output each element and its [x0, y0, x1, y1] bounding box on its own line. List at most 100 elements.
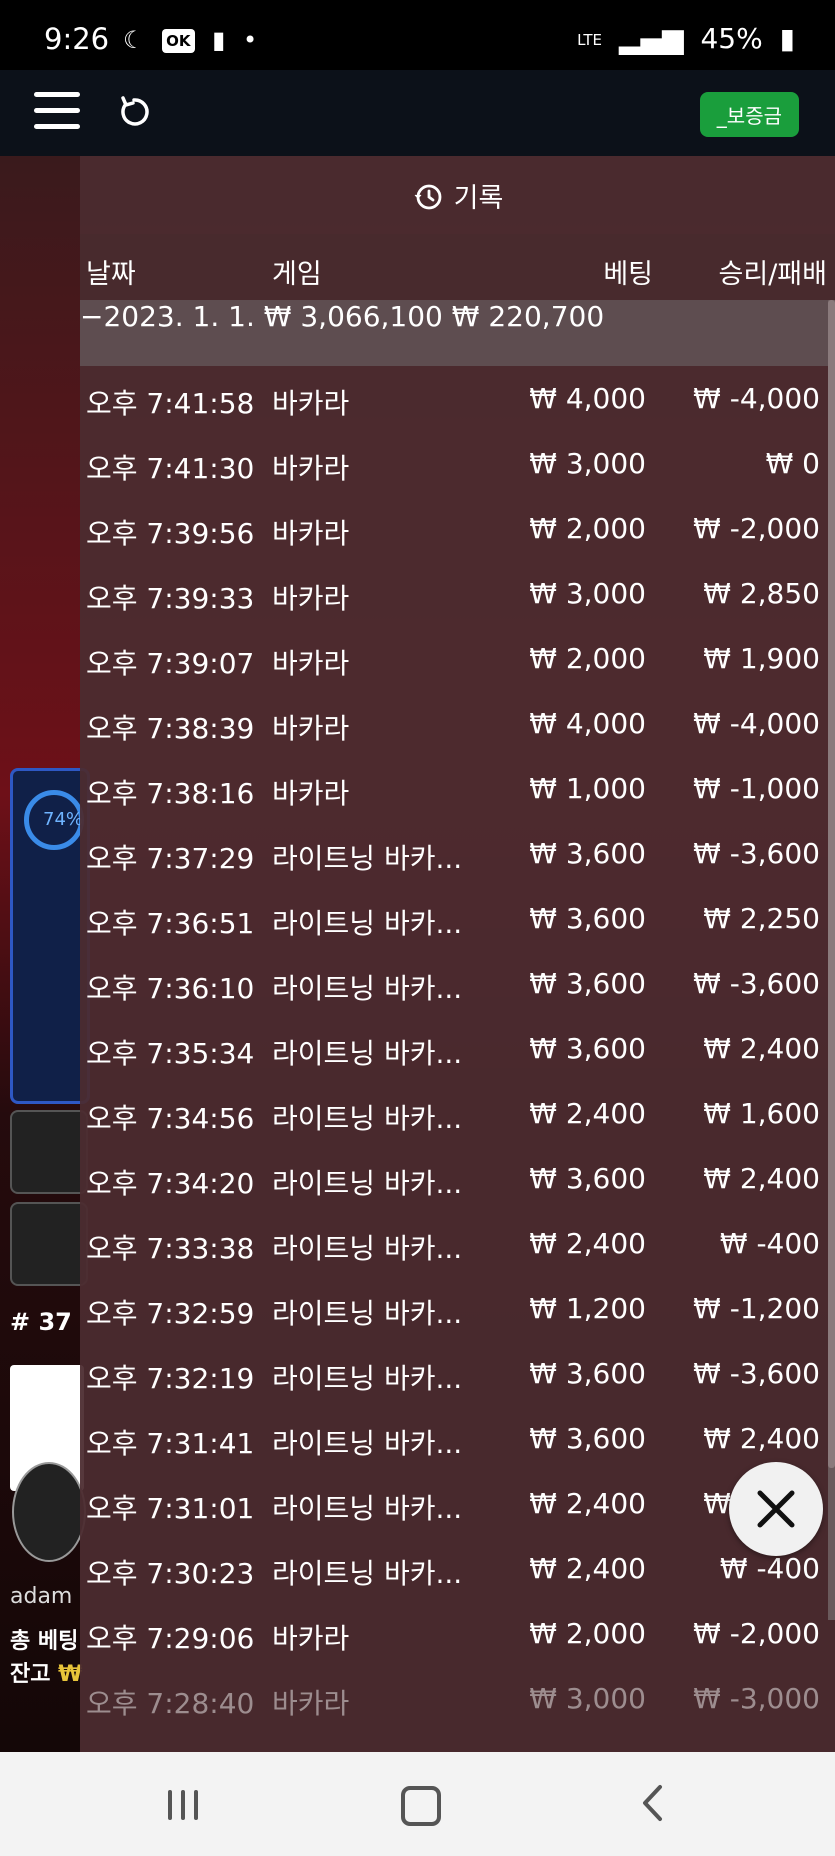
table-row[interactable]: 오후 7:39:07 바카라 ₩ 2,000 ₩ 1,900 [80, 626, 828, 691]
row-time: 오후 7:39:56 [86, 517, 255, 550]
table-row[interactable]: 오후 7:41:30 바카라 ₩ 3,000 ₩ 0 [80, 431, 828, 496]
row-result: ₩ 2,250 [703, 902, 820, 935]
row-time: 오후 7:37:29 [86, 842, 255, 875]
table-row[interactable]: 오후 7:33:38 라이트닝 바카... ₩ 2,400 ₩ -400 [80, 1211, 828, 1276]
row-bet: ₩ 3,000 [529, 577, 646, 610]
table-row[interactable]: 오후 7:31:41 라이트닝 바카... ₩ 3,600 ₩ 2,400 [80, 1406, 828, 1471]
history-header: 기록 [80, 156, 835, 234]
round-number: # 37 [10, 1308, 72, 1336]
row-time: 오후 7:32:59 [86, 1297, 255, 1330]
table-row[interactable]: 오후 7:28:40 바카라 ₩ 3,000 ₩ -3,000 [80, 1666, 828, 1731]
row-result: ₩ 1,600 [703, 1097, 820, 1130]
battery-icon: ▮ [779, 22, 795, 55]
row-time: 오후 7:39:33 [86, 582, 255, 615]
row-bet: ₩ 3,600 [529, 1422, 646, 1455]
row-time: 오후 7:35:34 [86, 1037, 255, 1070]
row-game: 라이트닝 바카... [272, 972, 463, 1005]
table-row[interactable]: 오후 7:35:34 라이트닝 바카... ₩ 3,600 ₩ 2,400 [80, 1016, 828, 1081]
username: adam [10, 1584, 73, 1609]
column-win-loss: 승리/패배 [718, 259, 827, 290]
table-row[interactable]: 오후 7:32:59 라이트닝 바카... ₩ 1,200 ₩ -1,200 [80, 1276, 828, 1341]
row-bet: ₩ 4,000 [529, 707, 646, 740]
scrollbar-thumb[interactable] [828, 300, 835, 1468]
row-bet: ₩ 3,600 [529, 902, 646, 935]
row-game: 바카라 [272, 582, 350, 615]
column-bet: 베팅 [603, 259, 653, 290]
row-bet: ₩ 1,000 [529, 772, 646, 805]
deposit-button[interactable]: _보증금 [699, 92, 799, 137]
table-header: 날짜 게임 베팅 승리/패배 [80, 234, 835, 300]
menu-icon[interactable] [34, 92, 80, 130]
row-time: 오후 7:41:58 [86, 387, 255, 420]
chip-icon[interactable] [12, 1462, 86, 1562]
row-game: 라이트닝 바카... [272, 1232, 463, 1265]
table-row[interactable]: 오후 7:36:51 라이트닝 바카... ₩ 3,600 ₩ 2,250 [80, 886, 828, 951]
back-icon[interactable] [640, 1784, 664, 1822]
row-bet: ₩ 3,600 [529, 837, 646, 870]
row-result: ₩ -1,200 [693, 1292, 820, 1325]
table-row[interactable]: 오후 7:34:20 라이트닝 바카... ₩ 3,600 ₩ 2,400 [80, 1146, 828, 1211]
row-bet: ₩ 2,000 [529, 512, 646, 545]
row-game: 바카라 [272, 1622, 350, 1655]
row-result: ₩ -4,000 [693, 382, 820, 415]
row-game: 바카라 [272, 1687, 350, 1720]
table-row[interactable]: 오후 7:32:19 라이트닝 바카... ₩ 3,600 ₩ -3,600 [80, 1341, 828, 1406]
progress-percent: 74% [24, 790, 84, 850]
table-row[interactable]: 오후 7:37:29 라이트닝 바카... ₩ 3,600 ₩ -3,600 [80, 821, 828, 886]
table-row[interactable]: 오후 7:34:56 라이트닝 바카... ₩ 2,400 ₩ 1,600 [80, 1081, 828, 1146]
history-list: 오후 7:41:58 바카라 ₩ 4,000 ₩ -4,000 오후 7:41:30 바카… [80, 366, 828, 1731]
row-bet: ₩ 2,400 [529, 1227, 646, 1260]
row-result: ₩ 2,400 [703, 1032, 820, 1065]
row-game: 바카라 [272, 647, 350, 680]
side-bet-button[interactable] [10, 1110, 88, 1194]
row-result: ₩ -3,600 [693, 1357, 820, 1390]
recent-apps-icon[interactable] [168, 1790, 200, 1820]
row-time: 오후 7:38:16 [86, 777, 255, 810]
home-icon[interactable] [401, 1786, 441, 1826]
row-result: ₩ -4,000 [693, 707, 820, 740]
row-game: 바카라 [272, 777, 350, 810]
table-row[interactable]: 오후 7:39:56 바카라 ₩ 2,000 ₩ -2,000 [80, 496, 828, 561]
row-bet: ₩ 3,600 [529, 1032, 646, 1065]
date-summary-row[interactable]: −2023. 1. 1. ₩ 3,066,100 ₩ 220,700 [80, 300, 828, 366]
row-time: 오후 7:29:06 [86, 1622, 255, 1655]
row-result: ₩ 2,400 [703, 1162, 820, 1195]
row-time: 오후 7:36:10 [86, 972, 255, 1005]
row-time: 오후 7:41:30 [86, 452, 255, 485]
close-icon [757, 1490, 795, 1528]
column-game: 게임 [272, 259, 322, 290]
row-bet: ₩ 2,400 [529, 1487, 646, 1520]
row-time: 오후 7:34:20 [86, 1167, 255, 1200]
row-game: 라이트닝 바카... [272, 1102, 463, 1135]
table-row[interactable]: 오후 7:39:33 바카라 ₩ 3,000 ₩ 2,850 [80, 561, 828, 626]
table-row[interactable]: 오후 7:29:06 바카라 ₩ 2,000 ₩ -2,000 [80, 1601, 828, 1666]
refresh-icon[interactable] [114, 92, 154, 132]
ok-app-icon: OK [162, 29, 195, 53]
row-bet: ₩ 3,600 [529, 1162, 646, 1195]
row-bet: ₩ 2,000 [529, 642, 646, 675]
row-game: 라이트닝 바카... [272, 907, 463, 940]
row-result: ₩ -3,600 [693, 967, 820, 1000]
row-time: 오후 7:33:38 [86, 1232, 255, 1265]
row-bet: ₩ 3,600 [529, 967, 646, 1000]
close-button[interactable] [729, 1462, 823, 1556]
table-row[interactable]: 오후 7:38:16 바카라 ₩ 1,000 ₩ -1,000 [80, 756, 828, 821]
row-result: ₩ 2,400 [703, 1422, 820, 1455]
moon-icon: ☾ [123, 26, 145, 54]
status-time: 9:26 [44, 22, 110, 56]
row-time: 오후 7:31:41 [86, 1427, 255, 1460]
row-bet: ₩ 2,400 [529, 1552, 646, 1585]
summary-date: −2023. 1. 1. [80, 300, 255, 333]
side-bet-button[interactable] [10, 1202, 88, 1286]
history-panel: 기록 날짜 게임 베팅 승리/패배 −2023. 1. 1. ₩ 3,066,1… [80, 156, 835, 1752]
table-row[interactable]: 오후 7:41:58 바카라 ₩ 4,000 ₩ -4,000 [80, 366, 828, 431]
row-result: ₩ -400 [719, 1552, 820, 1585]
history-title: 기록 [453, 183, 504, 214]
table-row[interactable]: 오후 7:38:39 바카라 ₩ 4,000 ₩ -4,000 [80, 691, 828, 756]
column-date: 날짜 [86, 259, 136, 290]
table-row[interactable]: 오후 7:30:23 라이트닝 바카... ₩ 2,400 ₩ -400 [80, 1536, 828, 1601]
table-row[interactable]: 오후 7:36:10 라이트닝 바카... ₩ 3,600 ₩ -3,600 [80, 951, 828, 1016]
history-icon [414, 184, 442, 210]
row-bet: ₩ 1,200 [529, 1292, 646, 1325]
table-row[interactable]: 오후 7:31:01라이트닝 바카...₩ 2,400₩ 1,600 [80, 1471, 828, 1536]
